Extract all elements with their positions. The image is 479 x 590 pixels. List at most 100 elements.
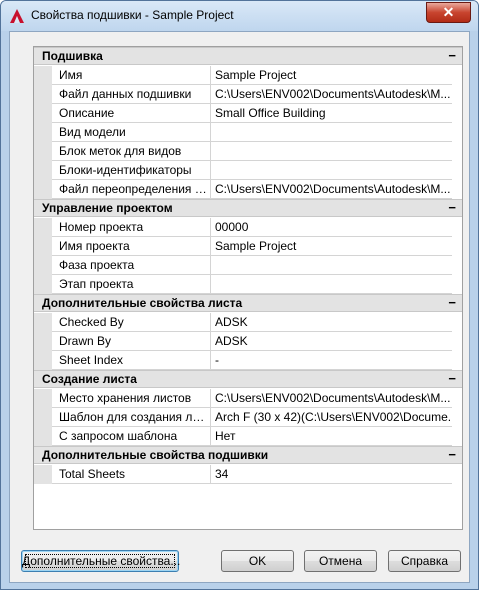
property-value[interactable]: C:\Users\ENV002\Documents\Autodesk\M...	[211, 389, 452, 408]
category-title: Создание листа	[42, 372, 137, 386]
row-gutter	[34, 275, 52, 294]
property-value[interactable]: ADSK	[211, 313, 452, 332]
cancel-button[interactable]: Отмена	[304, 550, 377, 572]
ok-label: OK	[248, 554, 267, 568]
property-row[interactable]: Место хранения листов C:\Users\ENV002\Doc…	[34, 389, 462, 408]
row-gutter	[34, 104, 52, 123]
property-row[interactable]: Имя проекта Sample Project	[34, 237, 462, 256]
category-title: Управление проектом	[42, 201, 173, 215]
property-name: Drawn By	[52, 332, 211, 351]
help-button[interactable]: Справка	[388, 550, 461, 572]
property-name: Описание	[52, 104, 211, 123]
property-name: Блоки-идентификаторы	[52, 161, 211, 180]
property-row[interactable]: Total Sheets 34	[34, 465, 462, 484]
property-name: Sheet Index	[52, 351, 211, 370]
property-name: Имя проекта	[52, 237, 211, 256]
property-name: Номер проекта	[52, 218, 211, 237]
property-name: Место хранения листов	[52, 389, 211, 408]
more-properties-button[interactable]: Дополнительные свойства...	[21, 550, 181, 572]
ok-button[interactable]: OK	[221, 550, 294, 572]
close-icon: ✕	[442, 4, 455, 20]
property-grid: Подшивка − Имя Sample Project Файл данных по…	[33, 46, 463, 530]
property-name: Этап проекта	[52, 275, 211, 294]
row-gutter	[34, 237, 52, 256]
property-value[interactable]: C:\Users\ENV002\Documents\Autodesk\M...	[211, 85, 452, 104]
property-value[interactable]: 00000	[211, 218, 452, 237]
row-gutter	[34, 123, 52, 142]
row-gutter	[34, 332, 52, 351]
property-value[interactable]: Sample Project	[211, 66, 452, 85]
collapse-icon[interactable]: −	[448, 200, 456, 215]
property-value[interactable]: Arch F (30 x 42)(C:\Users\ENV002\Docume.…	[211, 408, 452, 427]
property-value[interactable]	[211, 142, 452, 161]
close-button[interactable]: ✕	[426, 2, 471, 23]
category-header[interactable]: Дополнительные свойства листа −	[34, 294, 462, 312]
category-header[interactable]: Подшивка −	[34, 47, 462, 65]
property-row[interactable]: Файл переопределения па... C:\Users\ENV00…	[34, 180, 462, 199]
property-name: Total Sheets	[52, 465, 211, 484]
property-row[interactable]: Блоки-идентификаторы	[34, 161, 462, 180]
row-gutter	[34, 142, 52, 161]
category-header[interactable]: Создание листа −	[34, 370, 462, 388]
property-value[interactable]: Sample Project	[211, 237, 452, 256]
property-value[interactable]: 34	[211, 465, 452, 484]
row-gutter	[34, 408, 52, 427]
property-row[interactable]: Блок меток для видов	[34, 142, 462, 161]
autocad-logo-icon	[10, 9, 24, 23]
property-row[interactable]: Описание Small Office Building	[34, 104, 462, 123]
property-row[interactable]: С запросом шаблона Нет	[34, 427, 462, 446]
property-row[interactable]: Sheet Index -	[34, 351, 462, 370]
property-name: Вид модели	[52, 123, 211, 142]
property-name: Блок меток для видов	[52, 142, 211, 161]
collapse-icon[interactable]: −	[448, 48, 456, 63]
property-value[interactable]	[211, 161, 452, 180]
row-gutter	[34, 66, 52, 85]
category-header[interactable]: Дополнительные свойства подшивки −	[34, 446, 462, 464]
property-value[interactable]	[211, 123, 452, 142]
property-row[interactable]: Номер проекта 00000	[34, 218, 462, 237]
category-title: Дополнительные свойства подшивки	[42, 448, 269, 462]
property-value[interactable]: ADSK	[211, 332, 452, 351]
property-row[interactable]: Шаблон для создания лист... Arch F (30 x …	[34, 408, 462, 427]
row-gutter	[34, 351, 52, 370]
row-gutter	[34, 256, 52, 275]
property-row[interactable]: Этап проекта	[34, 275, 462, 294]
property-name: С запросом шаблона	[52, 427, 211, 446]
collapse-icon[interactable]: −	[448, 371, 456, 386]
property-row[interactable]: Имя Sample Project	[34, 66, 462, 85]
property-row[interactable]: Фаза проекта	[34, 256, 462, 275]
property-value[interactable]: Small Office Building	[211, 104, 452, 123]
row-gutter	[34, 161, 52, 180]
more-properties-label: Дополнительные свойства...	[22, 554, 181, 568]
title-bar: Свойства подшивки - Sample Project ✕	[1, 1, 478, 31]
property-name: Фаза проекта	[52, 256, 211, 275]
row-gutter	[34, 85, 52, 104]
property-name: Файл переопределения па...	[52, 180, 211, 199]
property-value[interactable]: -	[211, 351, 452, 370]
property-value[interactable]	[211, 275, 452, 294]
collapse-icon[interactable]: −	[448, 295, 456, 310]
row-gutter	[34, 218, 52, 237]
row-gutter	[34, 465, 52, 484]
row-gutter	[34, 313, 52, 332]
property-value[interactable]: Нет	[211, 427, 452, 446]
window-title: Свойства подшивки - Sample Project	[31, 8, 234, 22]
cancel-label: Отмена	[318, 554, 363, 568]
row-gutter	[34, 180, 52, 199]
property-row[interactable]: Файл данных подшивки C:\Users\ENV002\Docu…	[34, 85, 462, 104]
property-row[interactable]: Checked By ADSK	[34, 313, 462, 332]
property-value[interactable]: C:\Users\ENV002\Documents\Autodesk\M...	[211, 180, 452, 199]
category-header[interactable]: Управление проектом −	[34, 199, 462, 217]
category-title: Подшивка	[42, 49, 103, 63]
collapse-icon[interactable]: −	[448, 447, 456, 462]
help-label: Справка	[400, 554, 449, 568]
property-name: Файл данных подшивки	[52, 85, 211, 104]
dialog-body: Подшивка − Имя Sample Project Файл данных по…	[9, 31, 470, 583]
sheet-set-properties-dialog: Свойства подшивки - Sample Project ✕ Под…	[0, 0, 479, 590]
row-gutter	[34, 389, 52, 408]
property-name: Шаблон для создания лист...	[52, 408, 211, 427]
property-value[interactable]	[211, 256, 452, 275]
property-row[interactable]: Вид модели	[34, 123, 462, 142]
property-row[interactable]: Drawn By ADSK	[34, 332, 462, 351]
property-name: Checked By	[52, 313, 211, 332]
